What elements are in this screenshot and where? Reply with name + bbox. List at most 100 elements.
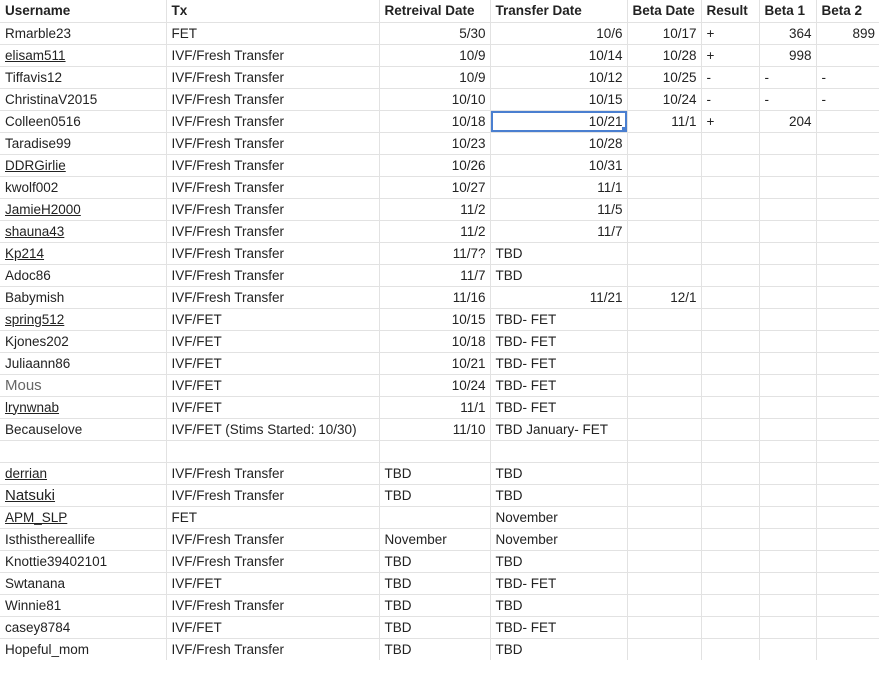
cell-username[interactable]: Knottie39402101 bbox=[0, 550, 167, 573]
cell-retrieval-date[interactable]: 11/7 bbox=[379, 264, 491, 287]
cell-username[interactable]: spring512 bbox=[0, 308, 167, 331]
cell-result[interactable] bbox=[701, 572, 760, 595]
cell-result[interactable] bbox=[701, 396, 760, 419]
cell-beta-2[interactable] bbox=[816, 242, 879, 265]
cell-username[interactable]: Tiffavis12 bbox=[0, 66, 167, 89]
cell-result[interactable]: - bbox=[701, 66, 760, 89]
cell-beta-1[interactable] bbox=[759, 550, 817, 573]
cell-beta-1[interactable]: - bbox=[759, 66, 817, 89]
cell-username[interactable] bbox=[0, 440, 167, 463]
cell-beta-1[interactable] bbox=[759, 506, 817, 529]
cell-transfer-date[interactable]: TBD bbox=[490, 550, 628, 573]
header-retrieval-date[interactable]: Retreival Date bbox=[379, 0, 491, 23]
cell-transfer-date[interactable]: TBD- FET bbox=[490, 308, 628, 331]
cell-retrieval-date[interactable]: 10/18 bbox=[379, 110, 491, 133]
cell-beta-1[interactable] bbox=[759, 440, 817, 463]
cell-transfer-date[interactable]: TBD bbox=[490, 462, 628, 485]
cell-username[interactable]: Adoc86 bbox=[0, 264, 167, 287]
cell-beta-1[interactable]: 204 bbox=[759, 110, 817, 133]
cell-tx[interactable]: FET bbox=[166, 506, 380, 529]
cell-tx[interactable]: IVF/Fresh Transfer bbox=[166, 264, 380, 287]
cell-retrieval-date[interactable]: November bbox=[379, 528, 491, 551]
cell-beta-1[interactable] bbox=[759, 462, 817, 485]
cell-result[interactable] bbox=[701, 176, 760, 199]
cell-retrieval-date[interactable]: TBD bbox=[379, 638, 491, 660]
cell-transfer-date[interactable]: 10/31 bbox=[490, 154, 628, 177]
cell-username[interactable]: Hopeful_mom bbox=[0, 638, 167, 660]
cell-transfer-date[interactable]: 11/21 bbox=[490, 286, 628, 309]
cell-beta-1[interactable] bbox=[759, 242, 817, 265]
cell-beta-2[interactable] bbox=[816, 418, 879, 441]
cell-transfer-date[interactable]: TBD bbox=[490, 594, 628, 617]
cell-tx[interactable]: IVF/Fresh Transfer bbox=[166, 484, 380, 507]
cell-transfer-date[interactable] bbox=[490, 440, 628, 463]
cell-beta-2[interactable]: - bbox=[816, 66, 879, 89]
cell-beta-1[interactable] bbox=[759, 330, 817, 353]
cell-username[interactable]: JamieH2000 bbox=[0, 198, 167, 221]
cell-result[interactable]: - bbox=[701, 88, 760, 111]
cell-beta-1[interactable] bbox=[759, 132, 817, 155]
cell-tx[interactable]: IVF/Fresh Transfer bbox=[166, 198, 380, 221]
cell-username[interactable]: Kjones202 bbox=[0, 330, 167, 353]
cell-tx[interactable]: IVF/Fresh Transfer bbox=[166, 44, 380, 67]
cell-retrieval-date[interactable] bbox=[379, 506, 491, 529]
cell-result[interactable] bbox=[701, 330, 760, 353]
cell-transfer-date[interactable]: TBD- FET bbox=[490, 616, 628, 639]
cell-beta-date[interactable] bbox=[627, 308, 702, 331]
cell-username[interactable]: casey8784 bbox=[0, 616, 167, 639]
header-beta-2[interactable]: Beta 2 bbox=[816, 0, 879, 23]
cell-beta-1[interactable] bbox=[759, 286, 817, 309]
cell-retrieval-date[interactable]: 11/2 bbox=[379, 198, 491, 221]
cell-tx[interactable]: IVF/Fresh Transfer bbox=[166, 88, 380, 111]
cell-beta-1[interactable] bbox=[759, 572, 817, 595]
cell-transfer-date[interactable]: TBD- FET bbox=[490, 330, 628, 353]
cell-beta-2[interactable] bbox=[816, 286, 879, 309]
cell-transfer-date[interactable]: 10/15 bbox=[490, 88, 628, 111]
cell-retrieval-date[interactable]: TBD bbox=[379, 550, 491, 573]
cell-transfer-date[interactable]: 10/14 bbox=[490, 44, 628, 67]
cell-beta-2[interactable] bbox=[816, 594, 879, 617]
cell-beta-1[interactable] bbox=[759, 308, 817, 331]
cell-beta-2[interactable] bbox=[816, 154, 879, 177]
cell-beta-2[interactable] bbox=[816, 110, 879, 133]
cell-beta-date[interactable] bbox=[627, 638, 702, 660]
cell-result[interactable] bbox=[701, 352, 760, 375]
cell-beta-date[interactable] bbox=[627, 330, 702, 353]
cell-beta-date[interactable] bbox=[627, 374, 702, 397]
cell-username[interactable]: Rmarble23 bbox=[0, 22, 167, 45]
cell-retrieval-date[interactable]: TBD bbox=[379, 572, 491, 595]
cell-tx[interactable]: IVF/Fresh Transfer bbox=[166, 528, 380, 551]
cell-result[interactable] bbox=[701, 462, 760, 485]
cell-beta-1[interactable] bbox=[759, 638, 817, 660]
cell-username[interactable]: derrian bbox=[0, 462, 167, 485]
cell-tx[interactable]: IVF/Fresh Transfer bbox=[166, 550, 380, 573]
header-transfer-date[interactable]: Transfer Date bbox=[490, 0, 628, 23]
cell-tx[interactable]: IVF/FET bbox=[166, 374, 380, 397]
cell-transfer-date[interactable]: TBD- FET bbox=[490, 572, 628, 595]
cell-username[interactable]: shauna43 bbox=[0, 220, 167, 243]
cell-beta-2[interactable] bbox=[816, 506, 879, 529]
cell-transfer-date[interactable]: 11/7 bbox=[490, 220, 628, 243]
cell-tx[interactable]: FET bbox=[166, 22, 380, 45]
cell-retrieval-date[interactable]: 10/26 bbox=[379, 154, 491, 177]
cell-beta-date[interactable] bbox=[627, 528, 702, 551]
cell-username[interactable]: Babymish bbox=[0, 286, 167, 309]
cell-username[interactable]: Swtanana bbox=[0, 572, 167, 595]
cell-tx[interactable]: IVF/Fresh Transfer bbox=[166, 110, 380, 133]
cell-beta-date[interactable] bbox=[627, 176, 702, 199]
cell-transfer-date[interactable]: TBD January- FET bbox=[490, 418, 628, 441]
cell-beta-2[interactable] bbox=[816, 616, 879, 639]
cell-retrieval-date[interactable]: 11/7? bbox=[379, 242, 491, 265]
cell-tx[interactable]: IVF/Fresh Transfer bbox=[166, 66, 380, 89]
cell-beta-date[interactable] bbox=[627, 484, 702, 507]
cell-username[interactable]: Becauselove bbox=[0, 418, 167, 441]
cell-retrieval-date[interactable]: TBD bbox=[379, 462, 491, 485]
cell-beta-2[interactable] bbox=[816, 264, 879, 287]
cell-beta-2[interactable] bbox=[816, 176, 879, 199]
cell-username[interactable]: Isthisthereallife bbox=[0, 528, 167, 551]
cell-beta-2[interactable]: - bbox=[816, 88, 879, 111]
cell-transfer-date[interactable]: TBD bbox=[490, 484, 628, 507]
cell-beta-date[interactable] bbox=[627, 352, 702, 375]
cell-beta-2[interactable] bbox=[816, 132, 879, 155]
cell-tx[interactable]: IVF/FET bbox=[166, 330, 380, 353]
